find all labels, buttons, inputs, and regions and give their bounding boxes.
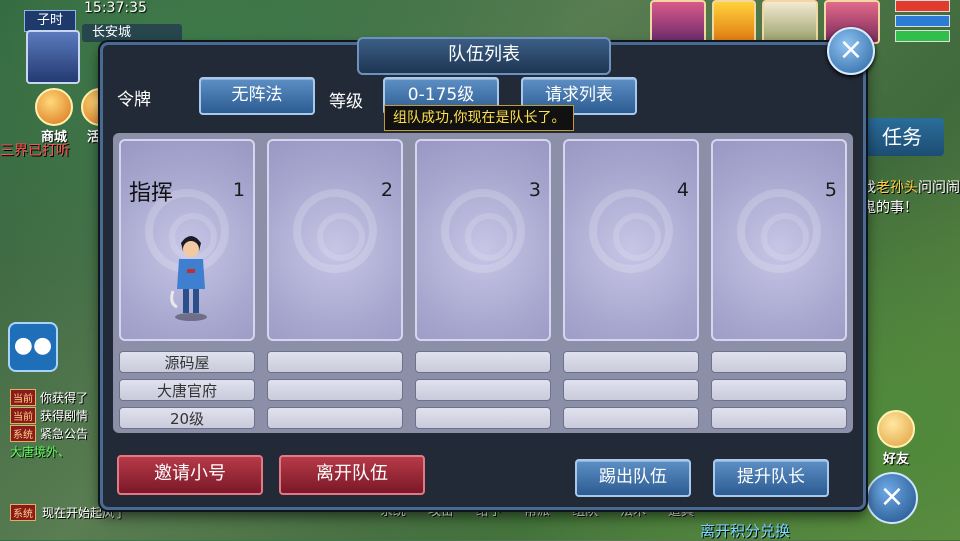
kick-member-button[interactable]: 踢出队伍 (575, 459, 691, 497)
member-level: 20级 (119, 407, 255, 429)
team-slot-1[interactable]: 指挥 1 (119, 139, 255, 341)
news-text: 三界已打听 (0, 143, 70, 159)
invite-alt-button[interactable]: 邀请小号 (117, 455, 263, 495)
chat-text: 你获得了 (40, 390, 89, 405)
shop-button[interactable]: 商城 (32, 88, 76, 145)
chat-channel: 系统 (10, 424, 36, 442)
task-npc-name[interactable]: 老孙头 (876, 180, 918, 196)
member-level (267, 407, 403, 429)
mp-bar (895, 15, 950, 27)
slot-number: 5 (824, 179, 837, 201)
friend-label: 好友 (882, 452, 909, 467)
handshake-icon (877, 410, 915, 448)
promote-leader-button[interactable]: 提升队长 (713, 459, 829, 497)
task-tab[interactable]: 任务 (860, 118, 944, 156)
formation-button[interactable]: 无阵法 (199, 77, 315, 115)
member-school (563, 379, 699, 401)
member-school (711, 379, 847, 401)
cloud-emblem-icon (293, 189, 377, 273)
team-slot-4[interactable]: 4 (563, 139, 699, 341)
leader-tag: 指挥 (129, 181, 174, 206)
close-icon[interactable]: × (827, 27, 875, 75)
member-school (415, 379, 551, 401)
leave-team-button[interactable]: 离开队伍 (279, 455, 425, 495)
chat-channel: 系统 (10, 504, 36, 521)
slot-number: 4 (676, 179, 689, 201)
party-portrait[interactable] (650, 0, 706, 44)
member-level (415, 407, 551, 429)
chat-text: 获得剧情 (40, 408, 89, 423)
city-name: 长安城 (82, 24, 182, 42)
points-exchange-banner[interactable]: 离开积分兑换 (700, 520, 790, 541)
chat-bubble-icon[interactable]: ●● (8, 322, 58, 372)
token-label: 令牌 (117, 90, 151, 110)
player-character-sprite (170, 236, 207, 321)
pet-portrait[interactable] (712, 0, 756, 44)
cloud-emblem-icon (589, 189, 673, 273)
task-description[interactable]: 找老孙头问问闹鬼的事！ (862, 178, 960, 218)
team-success-tooltip: 组队成功,你现在是队长了。 (384, 105, 575, 131)
member-school: 大唐官府 (119, 379, 255, 401)
cloud-emblem-icon (737, 189, 821, 273)
hp-bar (895, 0, 950, 12)
member-name (267, 351, 403, 373)
slot-number: 2 (380, 179, 393, 201)
player-avatar[interactable] (26, 30, 80, 84)
member-name (711, 351, 847, 373)
shop-icon (35, 88, 73, 126)
team-slot-5[interactable]: 5 (711, 139, 847, 341)
cloud-emblem-icon (441, 189, 525, 273)
chat-text: 大唐境外、 (10, 444, 71, 459)
status-bars (895, 0, 950, 45)
friend-button[interactable]: 好友 (872, 410, 920, 467)
dialog-title: 队伍列表 (357, 37, 611, 75)
member-name (563, 351, 699, 373)
slot-number: 3 (528, 179, 541, 201)
team-slot-3[interactable]: 3 (415, 139, 551, 341)
chat-text: 紧急公告 (40, 426, 89, 441)
level-label: 等级 (329, 92, 363, 112)
time-of-day-badge: 子时 (24, 10, 76, 32)
collapse-menu-button[interactable]: × (866, 472, 918, 524)
member-school (267, 379, 403, 401)
member-level (563, 407, 699, 429)
team-list-dialog: 队伍列表 × 令牌 无阵法 等级 0-175级 请求列表 指挥 1 2 3 4 … (100, 27, 875, 510)
chat-channel: 当前 (10, 388, 36, 406)
slot-number: 1 (232, 179, 245, 201)
clock-text: 15:37:35 (84, 0, 147, 16)
member-name: 源码屋 (119, 351, 255, 373)
member-level (711, 407, 847, 429)
member-name (415, 351, 551, 373)
party-portrait[interactable] (762, 0, 818, 44)
team-slots-area: 指挥 1 2 3 4 5 源码屋 大唐官府 20级 (113, 133, 853, 433)
team-slot-2[interactable]: 2 (267, 139, 403, 341)
chat-channel: 当前 (10, 406, 36, 424)
exp-bar (895, 30, 950, 42)
